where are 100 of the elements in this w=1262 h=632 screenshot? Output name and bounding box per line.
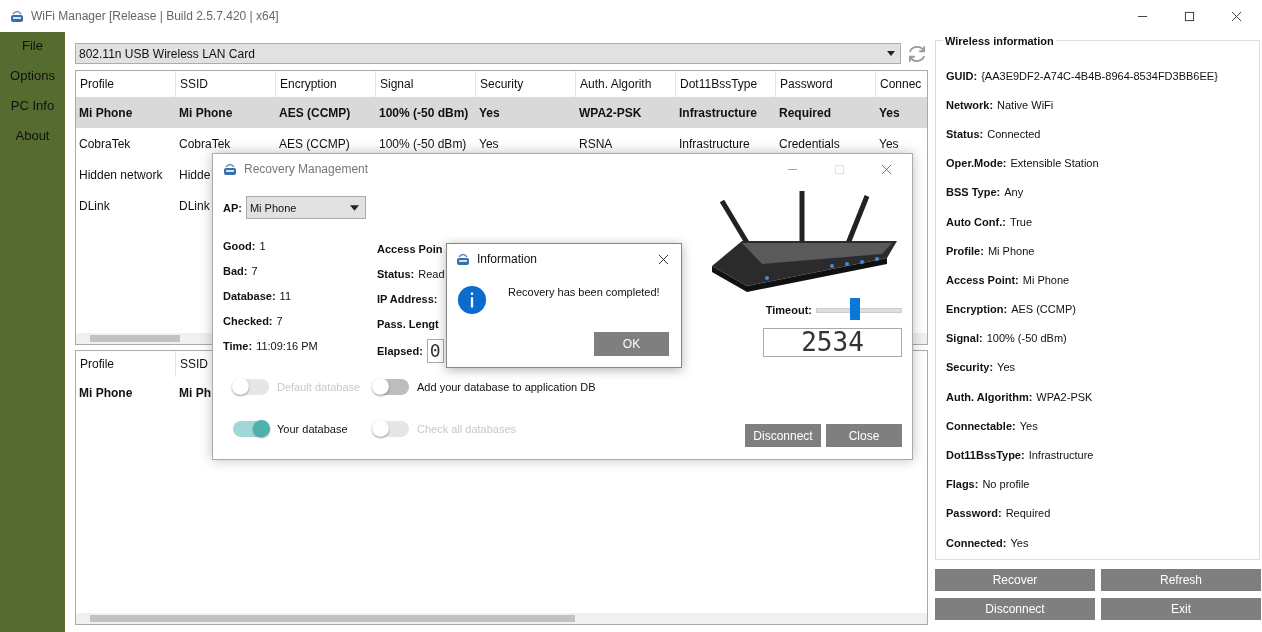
field-label: Dot11BssType: <box>946 449 1025 462</box>
field-value: No profile <box>982 478 1030 491</box>
timeout-label: Timeout: <box>765 304 812 316</box>
action-button[interactable]: Refresh <box>1101 569 1261 591</box>
close-icon[interactable] <box>658 253 669 265</box>
action-button[interactable]: Recover <box>935 569 1095 591</box>
table-cell: Mi Phone <box>79 105 133 120</box>
stat-value: 11 <box>279 289 291 302</box>
table-cell: Yes <box>479 136 499 151</box>
field-value: Yes <box>1010 536 1029 549</box>
field-value: Any <box>1004 186 1024 199</box>
field-label: Signal: <box>946 332 983 345</box>
detail-label: IP Address: <box>377 292 438 305</box>
caret-icon <box>349 204 359 211</box>
field-value: WPA2-PSK <box>1036 390 1093 403</box>
table-cell: Mi Phone <box>179 105 233 120</box>
stat-label: Database: <box>223 289 276 302</box>
window-title: WiFi Manager [Release | Build 2.5.7.420 | x64] <box>31 9 279 23</box>
detail-label: Elapsed: <box>377 345 423 357</box>
dialog-title: Information <box>477 252 538 266</box>
info-icon <box>457 285 487 315</box>
table-cell: Mi Ph <box>179 385 211 400</box>
scrollbar-thumb[interactable] <box>90 615 575 622</box>
table-cell: Required <box>779 105 831 120</box>
field-value: Native WiFi <box>997 98 1054 111</box>
table-cell: Yes <box>479 105 500 120</box>
maximize-icon[interactable] <box>1184 10 1195 22</box>
field-value: {AA3E9DF2-A74C-4B4B-8964-8534FD3BB6EE} <box>981 69 1218 82</box>
table-row[interactable]: Mi Phone Mi Phone AES (CCMP) 100% (-50 dBm) Yes WPA2-PSK Infrastructure Required Yes <box>76 97 927 128</box>
field-value: Mi Phone <box>987 244 1035 257</box>
field-label: Flags: <box>946 478 979 491</box>
column-header[interactable]: Profile <box>76 351 176 377</box>
app-icon <box>222 161 238 177</box>
field-value: Connected <box>987 127 1041 140</box>
detail-value: Read <box>418 267 445 280</box>
detail-label: Status: <box>377 267 415 280</box>
field-label: Auth. Algorithm: <box>946 390 1033 403</box>
dialog-title: Recovery Management <box>244 162 369 176</box>
ap-label: AP: <box>223 201 242 214</box>
stat-value: 1 <box>259 239 266 252</box>
table-cell: WPA2-PSK <box>579 105 642 120</box>
table-cell: AES (CCMP) <box>279 136 350 151</box>
adapter-dropdown[interactable]: 802.11n USB Wireless LAN Card <box>75 43 901 64</box>
action-button[interactable]: Exit <box>1101 598 1261 620</box>
field-label: Status: <box>946 127 984 140</box>
table-cell: Yes <box>879 105 900 120</box>
field-label: Auto Conf.: <box>946 215 1006 228</box>
ap-dropdown[interactable]: Mi Phone <box>245 196 366 219</box>
field-label: Connected: <box>946 536 1007 549</box>
table-cell: 100% (-50 dBm) <box>379 105 469 120</box>
table-cell: CobraTek <box>79 136 131 151</box>
table-cell: RSNA <box>579 136 613 151</box>
field-value: Required <box>1005 507 1051 520</box>
field-label: Profile: <box>946 244 984 257</box>
field-label: Connectable: <box>946 419 1016 432</box>
field-label: GUID: <box>946 69 978 82</box>
field-value: Mi Phone <box>1022 273 1070 286</box>
action-button[interactable]: Disconnect <box>935 598 1095 620</box>
field-label: Security: <box>946 361 994 374</box>
table-cell: Mi Phone <box>79 385 133 400</box>
dialog-button[interactable]: Disconnect <box>745 424 821 447</box>
maximize-icon <box>834 163 845 175</box>
detail-label: Pass. Lengt <box>377 317 439 330</box>
field-value: 100% (-50 dBm) <box>986 332 1067 345</box>
table-cell: Credentials <box>779 136 840 151</box>
caret-icon <box>887 51 895 56</box>
slider-thumb[interactable] <box>849 297 860 320</box>
stat-value: 11:09:16 PM <box>256 339 318 352</box>
table-cell: Infrastructure <box>679 105 758 120</box>
field-label: Password: <box>946 507 1002 520</box>
stat-label: Good: <box>223 239 256 252</box>
stat-label: Bad: <box>223 264 248 277</box>
dialog-button[interactable]: Close <box>826 424 902 447</box>
counter-display: 2534 <box>763 328 902 357</box>
field-value: Infrastructure <box>1028 449 1094 462</box>
table-cell: CobraTek <box>179 136 231 151</box>
scrollbar-thumb[interactable] <box>90 335 180 342</box>
field-label: Encryption: <box>946 303 1008 316</box>
elapsed-display: 0 <box>426 339 444 363</box>
toggle-switch[interactable] <box>373 379 409 395</box>
field-value: Extensible Station <box>1010 157 1099 170</box>
app-icon <box>9 8 25 24</box>
field-value: Yes <box>1019 419 1038 432</box>
table-cell: 100% (-50 dBm) <box>379 136 467 151</box>
group-title: Wireless information <box>943 35 1056 47</box>
field-label: Access Point: <box>946 273 1019 286</box>
switch-label: Your database <box>277 423 348 435</box>
table-cell: Hidde <box>179 167 211 182</box>
stat-label: Checked: <box>223 314 273 327</box>
stat-label: Time: <box>223 339 253 352</box>
table-cell: DLink <box>179 198 210 213</box>
toggle-switch[interactable] <box>233 421 269 437</box>
close-icon[interactable] <box>1231 10 1242 22</box>
table-cell: Infrastructure <box>679 136 750 151</box>
column-header[interactable]: Connec <box>876 71 922 97</box>
table-cell: Yes <box>879 136 899 151</box>
field-value: True <box>1009 215 1033 228</box>
ok-button[interactable]: OK <box>594 332 669 356</box>
table-cell: DLink <box>79 198 110 213</box>
stat-value: 7 <box>251 264 258 277</box>
